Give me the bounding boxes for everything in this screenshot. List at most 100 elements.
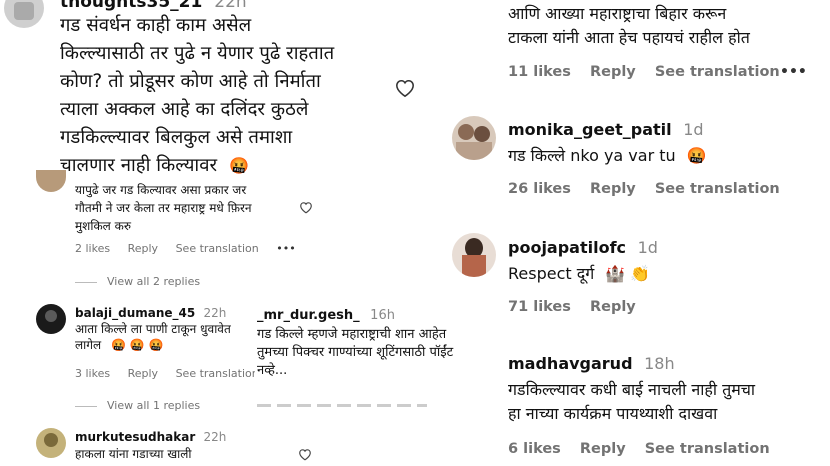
comment-line-text: चालणार नाही किल्यावर — [60, 155, 218, 176]
comment-text: गड संवर्धन काही काम असेल किल्ल्यासाठी तर… — [60, 12, 334, 180]
likes-count[interactable]: 26 likes — [508, 181, 571, 197]
see-translation-link[interactable]: See translation — [176, 242, 259, 255]
comment-header: madhavgarud 18h — [508, 354, 675, 373]
likes-count[interactable]: 6 likes — [508, 441, 561, 457]
reply-line: मुशकिल करु — [75, 219, 132, 233]
avatar[interactable] — [452, 233, 496, 277]
username[interactable]: murkutesudhakar — [75, 430, 195, 444]
see-translation-link[interactable]: See translation — [655, 181, 780, 197]
timestamp: 16h — [370, 308, 395, 323]
comment-line: नव्हे... — [257, 363, 288, 378]
comment-line: गडकिल्ल्यावर कधी बाई नाचली नाही तुमचा — [508, 380, 756, 399]
comment-text: गडकिल्ल्यावर कधी बाई नाचली नाही तुमचा हा… — [508, 378, 755, 426]
reply-button[interactable]: Reply — [590, 181, 636, 197]
comment-actions: 6 likes Reply See translation — [508, 441, 784, 457]
angry-emoji: 🤬 — [228, 156, 249, 175]
angry-emoji: 🤬 — [686, 146, 707, 165]
comment-header: balaji_dumane_45 22h — [75, 306, 226, 320]
reply-actions: 2 likes Reply See translation ••• — [75, 242, 310, 255]
comment-text: हाकला यांना गडाच्या खाली — [75, 445, 192, 462]
reply-button[interactable]: Reply — [580, 441, 626, 457]
view-replies-link[interactable]: View all 2 replies — [75, 275, 214, 288]
likes-count[interactable]: 3 likes — [75, 367, 110, 380]
divider — [75, 405, 97, 407]
divider — [75, 281, 97, 283]
more-options-icon[interactable]: ••• — [780, 64, 807, 80]
timestamp: 22h — [214, 0, 247, 12]
reply-button[interactable]: Reply — [590, 64, 636, 80]
clapping-emoji: 👏 — [630, 264, 651, 283]
comment-actions: 26 likes Reply See translation — [508, 181, 794, 197]
comment-header: murkutesudhakar 22h — [75, 430, 226, 444]
castle-emoji: 🏰 — [605, 264, 626, 283]
timestamp: 1d — [683, 120, 704, 139]
comment-line: गड किल्ले म्हणजे महाराष्ट्राची शान आहेत — [257, 327, 447, 342]
timestamp: 1d — [637, 238, 658, 257]
like-heart-icon[interactable] — [299, 201, 313, 214]
comment-text: Respect दूर्ग 🏰 👏 — [508, 262, 650, 284]
avatar[interactable] — [452, 116, 496, 160]
comment-header: thoughts35_21 22h — [60, 0, 247, 12]
likes-count[interactable]: 11 likes — [508, 64, 571, 80]
comment-line: हा नाच्या कार्यक्रम पायथ्याशी दाखवा — [508, 404, 718, 423]
view-replies-link[interactable]: View all 1 replies — [75, 399, 214, 412]
avatar[interactable] — [36, 304, 66, 334]
comment-actions: 71 likes Reply — [508, 299, 650, 315]
comment-text: आता किल्ले ला पाणी टाकून धुवावेत लागेल 🤬… — [75, 321, 231, 353]
username[interactable]: poojapatilofc — [508, 238, 626, 257]
comment-text: गड किल्ले म्हणजे महाराष्ट्राची शान आहेत … — [257, 326, 453, 380]
view-replies-label: View all 1 replies — [107, 399, 201, 412]
comment-line: आता किल्ले ला पाणी टाकून धुवावेत — [75, 322, 231, 336]
comment-text: आणि आख्या महाराष्ट्राचा बिहार करून टाकला… — [508, 2, 750, 50]
username[interactable]: madhavgarud — [508, 354, 633, 373]
username[interactable]: thoughts35_21 — [60, 0, 202, 12]
comment-line-text: Respect दूर्ग — [508, 264, 595, 283]
reply-line: गौतमी ने जर केला तर महाराष्ट्र मधे फ़िरन — [75, 201, 252, 215]
comment-line: कोण? तो प्रोडूसर कोण आहे तो निर्माता — [60, 71, 321, 92]
comment-line: हाकला यांना गडाच्या खाली — [75, 447, 192, 461]
avatar[interactable] — [36, 428, 66, 458]
timestamp: 18h — [644, 354, 675, 373]
comment-actions: 3 likes Reply See translation — [75, 367, 273, 380]
comment-line: चालणार नाही किल्यावर 🤬 — [60, 152, 334, 180]
comment-actions: 11 likes Reply See translation — [508, 64, 794, 80]
comment-line: टाकला यांनी आता हेच पहायचं राहील होत — [508, 28, 750, 47]
reply-text: यापुढे जर गड किल्यावर असा प्रकार जर गौतम… — [75, 181, 252, 235]
reply-line: यापुढे जर गड किल्यावर असा प्रकार जर — [75, 183, 247, 197]
comment-line: लागेल 🤬 🤬 🤬 — [75, 337, 231, 353]
more-options-icon[interactable]: ••• — [276, 242, 295, 255]
like-heart-icon[interactable] — [394, 78, 416, 98]
reply-button[interactable]: Reply — [590, 299, 636, 315]
comment-header: _mr_dur.gesh_ 16h — [257, 308, 395, 323]
see-translation-link[interactable]: See translation — [655, 64, 780, 80]
comment-text: गड किल्ले nko ya var tu 🤬 — [508, 144, 707, 166]
username[interactable]: _mr_dur.gesh_ — [257, 308, 360, 323]
username[interactable]: balaji_dumane_45 — [75, 306, 195, 320]
avatar[interactable] — [4, 0, 44, 28]
timestamp: 22h — [203, 306, 227, 320]
comment-line: गड संवर्धन काही काम असेल — [60, 15, 252, 36]
like-heart-icon[interactable] — [298, 448, 312, 461]
comment-header: poojapatilofc 1d — [508, 238, 658, 257]
angry-emoji: 🤬 — [129, 338, 145, 352]
overlay-comment: _mr_dur.gesh_ 16h गड किल्ले म्हणजे महारा… — [255, 302, 500, 412]
comment-line: किल्ल्यासाठी तर पुढे न येणार पुढे राहतात — [60, 43, 335, 64]
timestamp: 22h — [203, 430, 227, 444]
comment-header: monika_geet_patil 1d — [508, 120, 704, 139]
avatar[interactable] — [36, 170, 66, 192]
see-translation-link[interactable]: See translation — [645, 441, 770, 457]
angry-emoji: 🤬 — [110, 338, 126, 352]
comment-line: त्याला अक्कल आहे का दलिंदर कुठले — [60, 99, 309, 120]
likes-count[interactable]: 2 likes — [75, 242, 110, 255]
reply-button[interactable]: Reply — [128, 242, 158, 255]
view-replies-label: View all 2 replies — [107, 275, 201, 288]
comment-line: तुमच्या पिक्चर गाण्यांच्या शूटिंगसाठी पॉ… — [257, 345, 454, 360]
comment-line-text: लागेल — [75, 338, 102, 352]
see-translation-link[interactable]: See translation — [176, 367, 259, 380]
username[interactable]: monika_geet_patil — [508, 120, 672, 139]
comment-line: गडकिल्ल्यावर बिलकुल असे तमाशा — [60, 127, 293, 148]
reply-button[interactable]: Reply — [128, 367, 158, 380]
angry-emoji: 🤬 — [148, 338, 164, 352]
likes-count[interactable]: 71 likes — [508, 299, 571, 315]
cropped-actions-row — [257, 404, 427, 407]
